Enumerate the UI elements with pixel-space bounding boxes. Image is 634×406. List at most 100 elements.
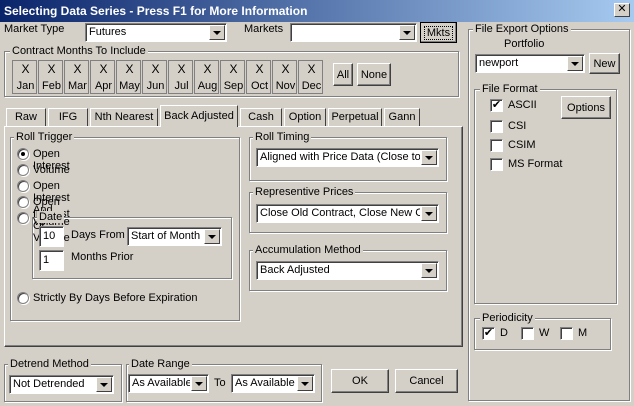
roll-trigger-radio[interactable] xyxy=(17,164,29,176)
portfolio-select[interactable]: newport xyxy=(475,54,585,73)
periodicity-checkbox[interactable]: ✔ xyxy=(482,327,495,340)
checkmark-icon: ✔ xyxy=(483,327,494,339)
chevron-down-icon[interactable] xyxy=(421,150,437,165)
market-type-select[interactable]: Futures xyxy=(85,23,227,42)
new-portfolio-label: New xyxy=(593,57,616,70)
title-bar: Selecting Data Series - Press F1 for Mor… xyxy=(0,0,634,22)
format-option-label: ASCII xyxy=(508,99,537,111)
representive-prices-label: Representive Prices xyxy=(253,186,356,198)
month-toggle[interactable]: X Jun xyxy=(142,60,167,94)
month-toggle[interactable]: X May xyxy=(116,60,141,94)
month-toggle[interactable]: X Dec xyxy=(298,60,323,94)
month-label: Oct xyxy=(250,80,269,92)
date-range-to-label: To xyxy=(214,377,226,389)
chevron-down-icon[interactable] xyxy=(191,376,207,391)
chevron-down-icon[interactable] xyxy=(399,25,415,40)
cancel-button[interactable]: Cancel xyxy=(395,369,458,393)
accumulation-method-value: Back Adjusted xyxy=(260,264,330,276)
format-checkbox[interactable] xyxy=(490,139,503,152)
date-range-from-select[interactable]: As Available xyxy=(128,374,209,393)
month-mark: X xyxy=(281,62,290,76)
file-export-label: File Export Options xyxy=(473,23,571,35)
month-toggle[interactable]: X Oct xyxy=(246,60,271,94)
date-range-from-value: As Available xyxy=(132,377,190,389)
days-value: 10 xyxy=(43,230,56,242)
close-icon: ✕ xyxy=(617,3,627,15)
date-range-to-select[interactable]: As Available xyxy=(231,374,315,393)
strict-expiration-radio[interactable] xyxy=(17,292,29,304)
format-checkbox[interactable] xyxy=(490,158,503,171)
chevron-down-icon[interactable] xyxy=(204,229,220,244)
date-range-label: Date Range xyxy=(129,358,192,370)
cancel-button-label: Cancel xyxy=(409,375,444,387)
tab-cash[interactable]: Cash xyxy=(240,108,282,127)
tab-option[interactable]: Option xyxy=(284,108,326,127)
market-type-value: Futures xyxy=(89,26,127,38)
tab-perpetual[interactable]: Perpetual xyxy=(328,108,382,127)
roll-trigger-label: Roll Trigger xyxy=(14,131,75,143)
month-label: Apr xyxy=(94,80,113,92)
month-label: Sep xyxy=(223,80,244,92)
close-button[interactable]: ✕ xyxy=(614,3,630,17)
periodicity-label: Periodicity xyxy=(480,312,535,324)
roll-trigger-radio[interactable] xyxy=(17,196,29,208)
month-toggle[interactable]: X Aug xyxy=(194,60,219,94)
markets-button[interactable]: Mkts xyxy=(420,22,457,43)
tab-gann[interactable]: Gann xyxy=(384,108,420,127)
all-months-button[interactable]: All xyxy=(333,63,353,86)
tab-ifg[interactable]: IFG xyxy=(48,108,88,127)
date-radio[interactable] xyxy=(17,212,29,224)
periodicity-option-label: W xyxy=(539,327,550,339)
detrend-method-select[interactable]: Not Detrended xyxy=(9,375,114,394)
format-options-button[interactable]: Options xyxy=(561,96,611,119)
roll-trigger-radio[interactable] xyxy=(17,148,29,160)
chevron-down-icon[interactable] xyxy=(421,206,437,221)
representive-prices-select[interactable]: Close Old Contract, Close New Co xyxy=(256,204,439,223)
format-checkbox[interactable]: ✔ xyxy=(490,99,503,112)
month-label: Feb xyxy=(42,80,61,92)
ok-button-label: OK xyxy=(352,375,368,387)
tab-back-adjusted[interactable]: Back Adjusted xyxy=(160,105,238,127)
format-checkbox[interactable] xyxy=(490,120,503,133)
month-toggle[interactable]: X Mar xyxy=(64,60,89,94)
months-input[interactable]: 1 xyxy=(39,250,64,271)
days-input[interactable]: 10 xyxy=(39,226,64,247)
chevron-down-icon[interactable] xyxy=(297,376,313,391)
chevron-down-icon[interactable] xyxy=(421,263,437,278)
month-toggle[interactable]: X Apr xyxy=(90,60,115,94)
month-toggle[interactable]: X Jul xyxy=(168,60,193,94)
periodicity-checkbox[interactable] xyxy=(560,327,573,340)
chevron-down-icon[interactable] xyxy=(567,56,583,71)
months-value: 1 xyxy=(43,254,50,266)
periodicity-option-label: D xyxy=(500,327,508,339)
date-range-to-value: As Available xyxy=(235,377,295,389)
periodicity-checkbox[interactable] xyxy=(521,327,534,340)
all-months-label: All xyxy=(336,68,350,81)
new-portfolio-button[interactable]: New xyxy=(589,53,620,74)
portfolio-label: Portfolio xyxy=(504,38,545,50)
month-toggle[interactable]: X Sep xyxy=(220,60,245,94)
month-mark: X xyxy=(229,62,238,76)
chevron-down-icon[interactable] xyxy=(96,377,112,392)
month-mark: X xyxy=(255,62,264,76)
ok-button[interactable]: OK xyxy=(331,369,389,393)
format-options-label: Options xyxy=(567,101,605,114)
month-mark: X xyxy=(307,62,316,76)
tab-nth-nearest[interactable]: Nth Nearest xyxy=(90,108,158,127)
month-toggle[interactable]: X Nov xyxy=(272,60,297,94)
accumulation-method-select[interactable]: Back Adjusted xyxy=(256,261,439,280)
chevron-down-icon[interactable] xyxy=(209,25,225,40)
format-option-label: MS Format xyxy=(508,158,563,170)
days-from-select[interactable]: Start of Month xyxy=(127,227,222,246)
month-label: May xyxy=(119,80,140,92)
tab-raw[interactable]: Raw xyxy=(6,108,46,127)
month-label: Aug xyxy=(197,80,218,92)
markets-select[interactable] xyxy=(290,23,417,42)
month-label: Dec xyxy=(301,80,322,92)
no-months-button[interactable]: None xyxy=(357,63,391,86)
roll-timing-select[interactable]: Aligned with Price Data (Close to C xyxy=(256,148,439,167)
month-toggle[interactable]: X Feb xyxy=(38,60,63,94)
roll-trigger-radio[interactable] xyxy=(17,180,29,192)
month-toggle[interactable]: X Jan xyxy=(12,60,37,94)
roll-timing-value: Aligned with Price Data (Close to C xyxy=(260,151,420,163)
